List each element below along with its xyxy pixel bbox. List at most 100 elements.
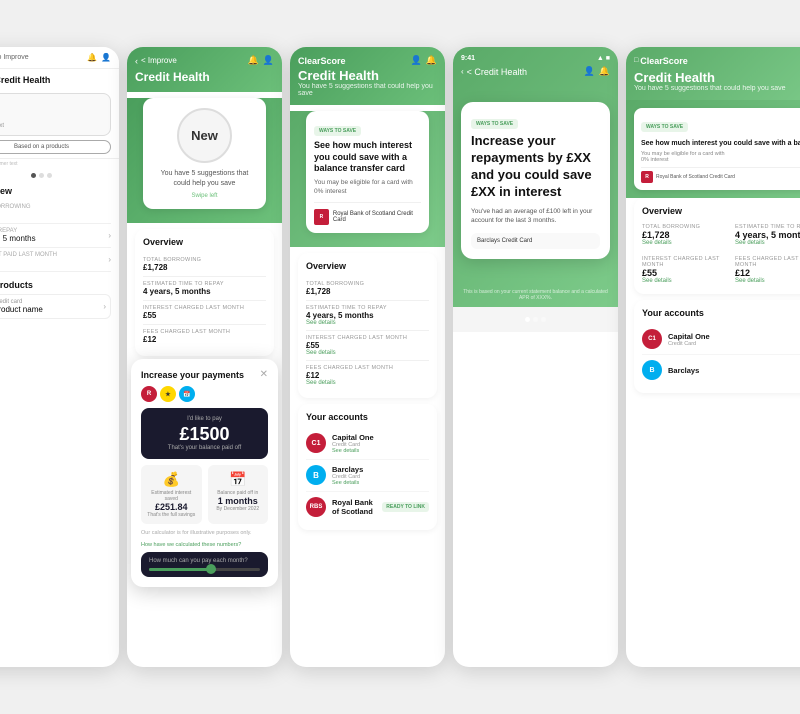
bell-icon-s3[interactable]: 🔔 — [426, 55, 437, 66]
capital-one-icon-s5: C1 — [642, 329, 662, 349]
nav-icons-s2: 🔔 👤 — [248, 55, 274, 66]
see-details-1[interactable]: See details — [306, 320, 429, 326]
s5-provider1: Royal Bank of Scotland Credit Card — [656, 174, 735, 180]
slider-track[interactable] — [149, 568, 260, 571]
screen1-products: Your products Credit card Product name › — [0, 276, 119, 323]
overview-val-3: £55 — [0, 258, 57, 267]
back-chevron-s4: ‹ — [461, 67, 464, 76]
s5-subtitle: You have 5 suggestions that could help y… — [634, 85, 800, 92]
barclays-icon-s5: B — [642, 360, 662, 380]
two-col-stats: 💰 Estimated interest saved £251.84 That'… — [141, 465, 268, 524]
slider-label: How much can you pay each month? — [149, 558, 260, 564]
barclays-info: Barclays Credit Card See details — [332, 465, 429, 486]
bell-icon-s4[interactable]: 🔔 — [599, 66, 610, 77]
ways-to-save-badge-s3: WAYS TO SAVE — [314, 126, 361, 136]
user-icon-s2[interactable]: 👤 — [263, 55, 274, 66]
user-icon-s1[interactable]: 👤 — [101, 53, 111, 62]
s4-card-footer: Barclays Credit Card — [471, 233, 600, 249]
screen3-header: ClearScore 👤 🔔 Credit Health You have 5 … — [290, 47, 445, 105]
user-icon-s3[interactable]: 👤 — [411, 55, 422, 66]
close-icon-modal[interactable]: ✕ — [260, 369, 268, 380]
s4-time: 9:41 — [461, 55, 475, 62]
s5-card1-provider: R Royal Bank of Scotland Credit Card — [641, 167, 800, 183]
s4-bottom-note: This is based on your current statement … — [461, 289, 610, 301]
overview-row-2[interactable]: Time to repay 4 years, 5 months › — [0, 224, 111, 248]
dot-3 — [47, 173, 52, 178]
s3-ov-1: TOTAL BORROWING £1,728 — [306, 277, 429, 301]
s3-accounts-block: Your accounts C1 Capital One Credit Card… — [298, 404, 437, 530]
screen1-products-title: Your products — [0, 280, 111, 290]
barclays-see-details[interactable]: See details — [332, 480, 429, 486]
screen1-title: Title — [0, 112, 104, 121]
stat-box-2: 📅 Balance paid off in 1 months By Decemb… — [208, 465, 269, 524]
screen2-overview-title: Overview — [143, 237, 266, 247]
s5-see-details-3[interactable]: See details — [735, 240, 800, 246]
screen1-btn[interactable]: Based on a products — [0, 140, 111, 154]
s4-back-row[interactable]: ‹ < Credit Health 👤 🔔 — [461, 66, 610, 77]
s3-accounts-title: Your accounts — [306, 412, 429, 422]
provider-name-s3: Royal Bank of Scotland Credit Card — [333, 211, 421, 223]
back-link-s1[interactable]: < Back to Improve — [0, 54, 29, 61]
stat-val-2: 1 months — [214, 496, 263, 506]
wifi-icon-s4: ▲ — [597, 55, 604, 62]
back-chevron-s2: ‹ — [135, 56, 138, 66]
stat-sub-1: That's the full savings — [147, 512, 196, 518]
dot-1 — [31, 173, 36, 178]
s2-ov-row-2: ESTIMATED TIME TO REPAY 4 years, 5 month… — [143, 277, 266, 301]
s4-big-text: Increase your repayments by £XX and you … — [471, 133, 600, 201]
screen1-dots — [0, 169, 119, 182]
ready-to-link-badge[interactable]: READY TO LINK — [382, 502, 429, 512]
s5-overview-block: Overview TOTAL BORROWING £1,728 See deta… — [634, 198, 800, 294]
s3-icons: 👤 🔔 — [411, 55, 437, 66]
s2-ov-row-4: FEES CHARGED LAST MONTH £12 — [143, 325, 266, 348]
s5-ov-2-1: ESTIMATED TIME TO REPAY 4 years, 5 month… — [735, 222, 800, 248]
s5-accounts-block: Your accounts C1 Capital One Credit Card… — [634, 300, 800, 393]
product-name: Product name — [0, 305, 43, 314]
barclays-icon: B — [306, 465, 326, 485]
s3-subtitle: You have 5 suggestions that could help y… — [298, 83, 437, 97]
modal-disclaimer: Our calculator is for illustrative purpo… — [141, 530, 268, 538]
screen2-credit-health-title: Credit Health — [135, 70, 274, 84]
see-details-3[interactable]: See details — [306, 380, 429, 386]
s5-see-details-4[interactable]: See details — [735, 278, 800, 284]
overview-row-3[interactable]: Interest paid last month £55 › — [0, 248, 111, 272]
chevron-right-icon-1: › — [108, 231, 111, 240]
s5-overview-title: Overview — [642, 206, 800, 216]
modal-increase-payments: Increase your payments ✕ R ★ 📅 I'd like … — [131, 359, 278, 587]
back-row-s2[interactable]: ‹ < Improve — [135, 56, 177, 66]
slider-thumb[interactable] — [206, 564, 216, 574]
s2-ov-row-1: TOTAL BORROWING £1,728 — [143, 253, 266, 277]
ways-to-save-badge-s4: WAYS TO SAVE — [471, 119, 518, 129]
back-label-s4: < Credit Health — [467, 67, 527, 77]
screen2-overview-block: Overview TOTAL BORROWING £1,728 ESTIMATE… — [135, 229, 274, 356]
rbs-account-icon: RBS — [306, 497, 326, 517]
new-badge-subtitle: You have 5 suggestions that could help y… — [153, 169, 256, 189]
user-icon-s4[interactable]: 👤 — [584, 66, 595, 77]
s5-card-1: WAYS TO SAVE See how much interest you c… — [634, 108, 800, 190]
bell-icon-s2[interactable]: 🔔 — [248, 55, 259, 66]
modal-logos: R ★ 📅 — [141, 386, 268, 402]
s5-credit-health-title: Credit Health — [634, 70, 800, 85]
bell-icon-s1[interactable]: 🔔 — [87, 53, 97, 62]
s5-card1-sub2: 0% interest — [641, 157, 800, 163]
suggestion-sub-s3: You may be eligible for a card with 0% i… — [314, 179, 421, 196]
s4-suggestion-card: WAYS TO SAVE Increase your repayments by… — [461, 102, 610, 259]
s5-see-details-1[interactable]: See details — [642, 240, 727, 246]
battery-icon-s4: ■ — [606, 55, 610, 62]
s2-ov-val-4: £12 — [143, 335, 266, 344]
capital-one-see-details[interactable]: See details — [332, 448, 429, 454]
chevron-right-icon-3: › — [103, 302, 106, 311]
see-details-2[interactable]: See details — [306, 350, 429, 356]
disclaimer-link[interactable]: How have we calculated these numbers? — [141, 542, 268, 548]
s5-ov-1-2: INTEREST CHARGED LAST MONTH £55 See deta… — [642, 254, 727, 286]
screen1-overview: Overview Total borrowing £1,728 Time to … — [0, 182, 119, 276]
s4-header-icons: 👤 🔔 — [584, 66, 610, 77]
screen1-overview-title: Overview — [0, 186, 111, 196]
s4-nav: 9:41 ▲ ■ — [461, 55, 610, 62]
s5-see-details-2[interactable]: See details — [642, 278, 727, 284]
overview-label-3: Interest paid last month — [0, 252, 57, 258]
screen1-disclaimer: Legal disclaimer text — [0, 158, 119, 169]
product-row-1[interactable]: Credit card Product name › — [0, 294, 111, 319]
screen2-main: ‹ < Improve 🔔 👤 Credit Health New You ha… — [127, 47, 282, 667]
s4-dot-1 — [525, 317, 530, 322]
